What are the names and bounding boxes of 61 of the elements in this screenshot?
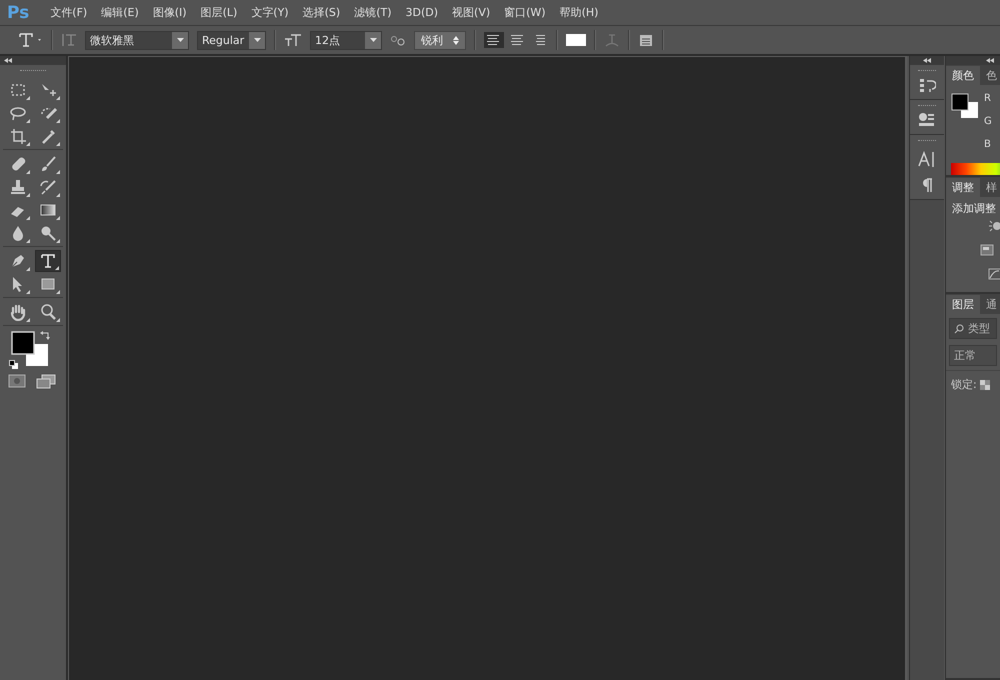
collapse-arrows-icon[interactable] <box>986 58 994 63</box>
checkerboard-icon[interactable] <box>980 380 990 390</box>
menu-item[interactable]: 图层(L) <box>194 3 244 22</box>
menu-item[interactable]: 文字(Y) <box>244 3 296 22</box>
color-swatches-icon[interactable] <box>10 330 50 368</box>
channel-label: R <box>984 93 991 104</box>
font-size-dropdown[interactable]: 12点 <box>310 30 382 50</box>
anti-alias-dropdown[interactable]: 锐利 <box>414 30 466 50</box>
collapse-bar[interactable] <box>910 56 944 65</box>
type-tool-icon[interactable] <box>17 32 43 48</box>
panel-tab[interactable]: 样 <box>980 178 1000 197</box>
font-family-dropdown[interactable]: 微软雅黑 <box>85 30 189 50</box>
color-swatches-icon[interactable] <box>951 93 979 119</box>
history-panel-icon[interactable] <box>918 77 936 93</box>
swap-arrows-icon[interactable] <box>39 330 51 340</box>
collapse-bar[interactable] <box>0 56 66 65</box>
text-color-swatch[interactable] <box>566 34 586 46</box>
levels-icon[interactable] <box>980 244 994 256</box>
type-t-icon[interactable] <box>35 250 61 272</box>
collapse-arrows-icon[interactable] <box>923 58 931 63</box>
menu-item[interactable]: 选择(S) <box>296 3 348 22</box>
caret-icon <box>370 38 376 42</box>
panel-heading: 添加调整 <box>951 201 997 217</box>
app-logo: Ps <box>6 2 30 22</box>
menu-item[interactable]: 帮助(H) <box>552 3 606 22</box>
panel-tab[interactable]: 色 <box>980 66 1000 85</box>
screen-mode-icon[interactable] <box>36 374 58 390</box>
channel-label: B <box>984 139 991 150</box>
panel-toggle-icon[interactable] <box>638 32 654 48</box>
paragraph-icon[interactable] <box>920 177 934 193</box>
menu-item[interactable]: 文件(F) <box>43 3 94 22</box>
anti-alias-icon <box>390 33 406 47</box>
menu-item[interactable]: 视图(V) <box>445 3 498 22</box>
font-style-dropdown[interactable]: Regular <box>197 30 266 50</box>
caret-icon <box>254 38 260 42</box>
layer-filter-dropdown[interactable]: 类型 <box>949 318 997 339</box>
collapse-arrows-icon[interactable] <box>4 58 12 63</box>
menu-item[interactable]: 窗口(W) <box>497 3 553 22</box>
lock-label: 锁定: <box>951 377 977 392</box>
search-icon <box>954 324 964 334</box>
channel-label: G <box>984 116 992 127</box>
menu-item[interactable]: 滤镜(T) <box>347 3 398 22</box>
menu-item[interactable]: 图像(I) <box>146 3 194 22</box>
blend-mode-dropdown[interactable]: 正常 <box>949 345 997 366</box>
default-colors-icon[interactable] <box>9 360 19 370</box>
panel-tab[interactable]: 图层 <box>946 295 980 314</box>
character-panel-icon[interactable] <box>918 151 936 167</box>
font-size-icon <box>284 32 302 48</box>
panel-tab[interactable]: 调整 <box>946 178 980 197</box>
collapse-bar[interactable] <box>946 56 1000 65</box>
properties-panel-icon[interactable] <box>918 112 936 128</box>
up-down-caret-icon <box>453 36 459 44</box>
align-left-icon[interactable] <box>484 32 504 48</box>
curves-icon[interactable] <box>988 268 1000 280</box>
menu-item[interactable]: 编辑(E) <box>94 3 146 22</box>
brightness-icon[interactable] <box>988 219 1000 233</box>
panel-tab[interactable]: 通 <box>980 295 1000 314</box>
menu-item[interactable]: 3D(D) <box>398 4 446 21</box>
color-spectrum[interactable] <box>951 163 1000 175</box>
panel-tab[interactable]: 颜色 <box>946 66 980 85</box>
caret-icon <box>176 38 184 42</box>
